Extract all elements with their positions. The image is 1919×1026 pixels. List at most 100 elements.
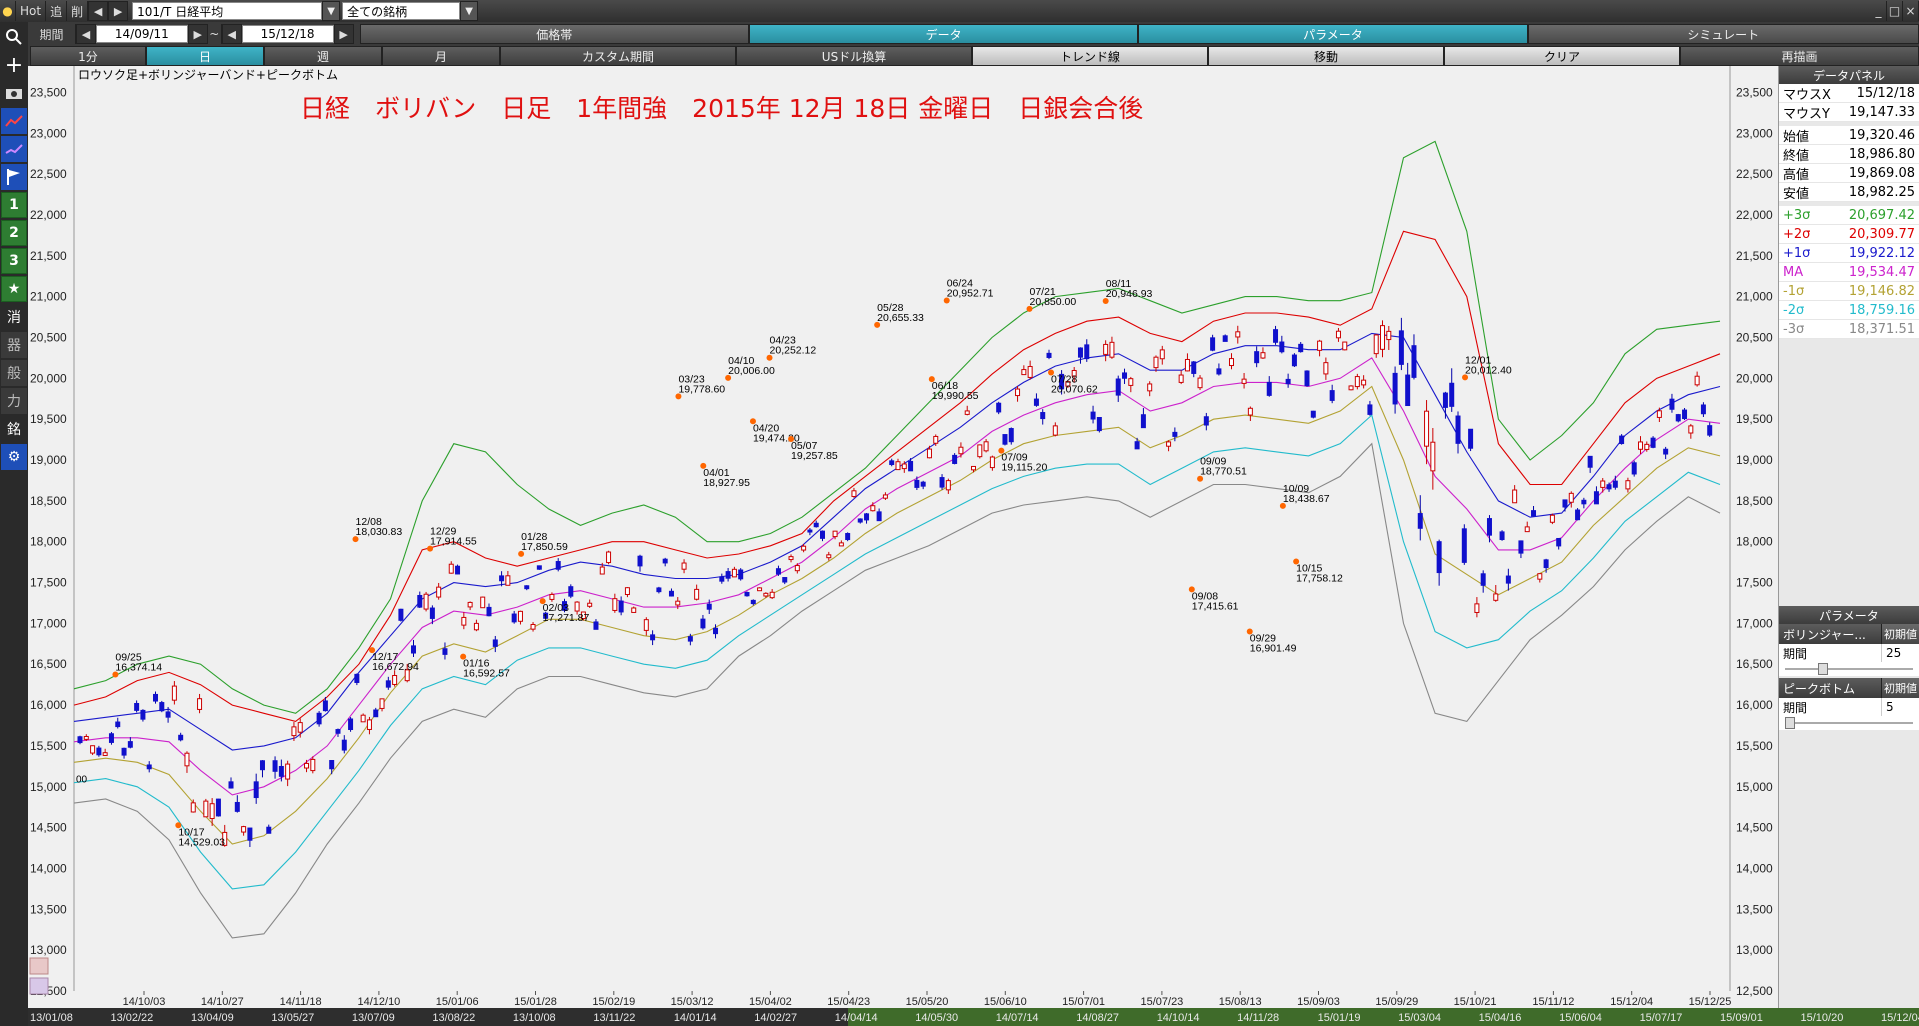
candle-body bbox=[121, 747, 127, 756]
tab-weekly[interactable]: 週 bbox=[264, 46, 382, 66]
annotation-value: 20,952.71 bbox=[947, 287, 994, 299]
candle-body bbox=[606, 551, 612, 564]
candle-body bbox=[908, 460, 914, 472]
chart-area[interactable]: 12,50012,50013,00013,00013,50013,50014,0… bbox=[28, 66, 1778, 1026]
data-panel-row: 高値 19,869.08 bbox=[1779, 164, 1919, 183]
end-next-icon[interactable]: ▶ bbox=[333, 24, 354, 44]
peak-period-input[interactable]: 5 bbox=[1881, 698, 1919, 716]
flag-icon[interactable] bbox=[1, 164, 27, 190]
candle-body bbox=[1549, 514, 1555, 523]
peak-reset-button[interactable]: 初期値 bbox=[1881, 678, 1919, 698]
candle-body bbox=[1090, 411, 1096, 420]
bulb-icon[interactable]: ● bbox=[0, 1, 16, 21]
tab-move[interactable]: 移動 bbox=[1208, 46, 1444, 66]
candle-body bbox=[96, 747, 102, 756]
gear-icon[interactable]: ⚙ bbox=[1, 444, 27, 470]
prev-symbol-icon[interactable]: ◀ bbox=[88, 1, 109, 21]
candle-body bbox=[171, 685, 177, 701]
star-icon[interactable]: ★ bbox=[1, 276, 27, 302]
mini-indicator-icon[interactable] bbox=[29, 977, 49, 995]
line-chart-icon[interactable] bbox=[1, 108, 27, 134]
tool-4-button[interactable]: 力 bbox=[1, 388, 27, 414]
maximize-icon[interactable]: □ bbox=[1887, 1, 1903, 21]
candle-body bbox=[624, 587, 630, 596]
candle-body bbox=[939, 477, 945, 488]
universe-field[interactable]: 全ての銘柄 bbox=[342, 2, 461, 20]
preset-2-button[interactable]: 2 bbox=[1, 220, 27, 246]
slider-thumb[interactable] bbox=[1818, 663, 1829, 675]
candle-body bbox=[1260, 352, 1266, 359]
add-button[interactable]: 追 bbox=[46, 1, 68, 21]
slider-thumb[interactable] bbox=[1785, 717, 1795, 729]
start-prev-icon[interactable]: ◀ bbox=[75, 24, 96, 44]
tab-trendline[interactable]: トレンド線 bbox=[972, 46, 1208, 66]
tool-2-button[interactable]: 器 bbox=[1, 332, 27, 358]
tab-monthly[interactable]: 月 bbox=[382, 46, 500, 66]
candle-body bbox=[1392, 372, 1398, 405]
tab-custom-period[interactable]: カスタム期間 bbox=[500, 46, 736, 66]
search-icon[interactable] bbox=[1, 24, 27, 50]
candle-body bbox=[964, 410, 970, 415]
bollinger-reset-button[interactable]: 初期値 bbox=[1881, 624, 1919, 644]
tab-data[interactable]: データ bbox=[748, 24, 1139, 44]
end-prev-icon[interactable]: ◀ bbox=[221, 24, 242, 44]
candle-body bbox=[612, 598, 618, 611]
tab-simulate[interactable]: シミュレート bbox=[1527, 24, 1919, 44]
candle-body bbox=[1361, 379, 1367, 386]
candle-body bbox=[1096, 417, 1102, 432]
data-panel-row: マウスX 15/12/18 bbox=[1779, 84, 1919, 103]
tab-daily[interactable]: 日 bbox=[146, 46, 264, 66]
tab-parameter[interactable]: パラメータ bbox=[1138, 24, 1528, 44]
x-tick-label: 15/06/10 bbox=[984, 996, 1027, 1008]
candle-body bbox=[700, 618, 706, 629]
candle-body bbox=[1663, 448, 1669, 455]
stock-button[interactable]: 銘 bbox=[1, 416, 27, 442]
universe-dropdown-icon[interactable]: ▼ bbox=[460, 1, 479, 21]
minimize-icon[interactable]: _ bbox=[1871, 1, 1887, 21]
start-date-field[interactable]: 14/09/11 bbox=[95, 25, 188, 43]
erase-button[interactable]: 消 bbox=[1, 304, 27, 330]
mini-chart-icon[interactable] bbox=[29, 957, 49, 975]
tab-clear[interactable]: クリア bbox=[1444, 46, 1680, 66]
hot-button[interactable]: Hot bbox=[16, 1, 47, 21]
candle-body bbox=[1342, 341, 1348, 351]
overview-strip[interactable]: 13/01/08 13/02/22 13/04/09 13/05/27 13/07/09… bbox=[28, 1008, 1919, 1026]
delete-button[interactable]: 削 bbox=[67, 1, 89, 21]
peak-slider[interactable] bbox=[1779, 716, 1919, 730]
tool-3-button[interactable]: 般 bbox=[1, 360, 27, 386]
candle-body bbox=[297, 722, 303, 733]
tab-usd-convert[interactable]: USドル換算 bbox=[736, 46, 972, 66]
candle-body bbox=[983, 441, 989, 452]
x-tick-label: 15/01/28 bbox=[514, 996, 557, 1008]
start-next-icon[interactable]: ▶ bbox=[187, 24, 208, 44]
bollinger-period-input[interactable]: 25 bbox=[1881, 644, 1919, 662]
candle-body bbox=[1103, 343, 1109, 355]
candle-body bbox=[889, 460, 895, 466]
tab-1min[interactable]: 1分 bbox=[30, 46, 146, 66]
preset-3-button[interactable]: 3 bbox=[1, 248, 27, 274]
camera-icon[interactable] bbox=[1, 80, 27, 106]
candle-body bbox=[920, 481, 926, 487]
y-tick-label-left: 13,000 bbox=[30, 943, 67, 957]
candle-body bbox=[134, 702, 140, 711]
candle-body bbox=[694, 588, 700, 600]
chart-svg[interactable]: 12,50012,50013,00013,00013,50013,50014,0… bbox=[28, 66, 1778, 1026]
y-tick-label-left: 20,000 bbox=[30, 371, 67, 385]
end-date-field[interactable]: 15/12/18 bbox=[241, 25, 334, 43]
candle-body bbox=[1052, 425, 1058, 436]
bollinger-slider[interactable] bbox=[1779, 662, 1919, 676]
symbol-dropdown-icon[interactable]: ▼ bbox=[322, 1, 341, 21]
tab-price-band[interactable]: 価格帯 bbox=[359, 24, 749, 44]
preset-1-button[interactable]: 1 bbox=[1, 192, 27, 218]
candle-body bbox=[499, 575, 505, 582]
symbol-field[interactable]: 101/T 日経平均 bbox=[132, 2, 323, 20]
tab-redraw[interactable]: 再描画 bbox=[1680, 46, 1919, 66]
indicator-icon[interactable] bbox=[1, 136, 27, 162]
next-symbol-icon[interactable]: ▶ bbox=[108, 1, 129, 21]
candle-body bbox=[1134, 441, 1140, 450]
close-icon[interactable]: × bbox=[1903, 1, 1919, 21]
candle-body bbox=[1254, 351, 1260, 364]
plus-icon[interactable]: + bbox=[1, 52, 27, 78]
candle-body bbox=[1140, 414, 1146, 429]
overview-svg[interactable]: 13/01/08 13/02/22 13/04/09 13/05/27 13/07/09… bbox=[28, 1008, 1919, 1026]
